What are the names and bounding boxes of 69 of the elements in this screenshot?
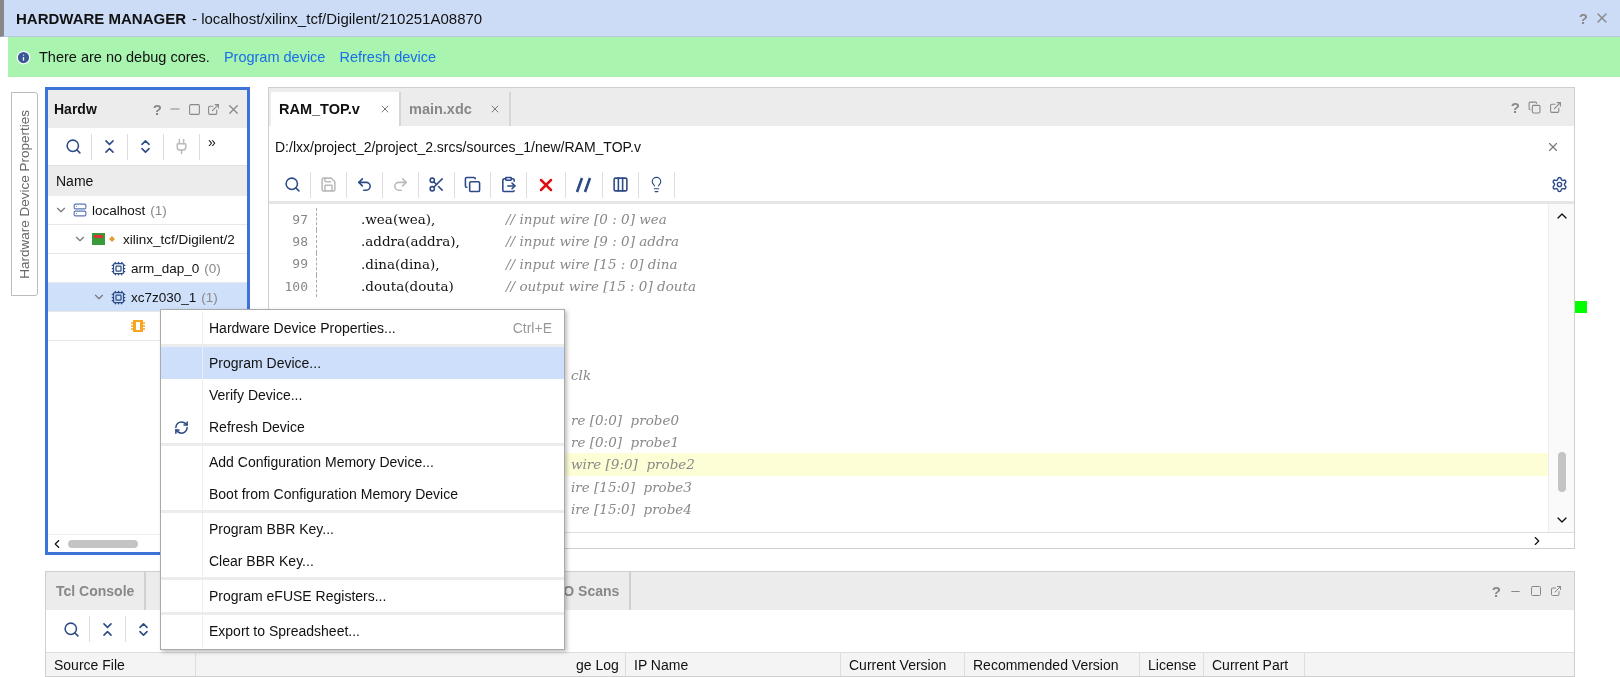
code-line: .dina(dina), // input wire [15 : 0] dina xyxy=(360,255,678,272)
banner-link[interactable]: Refresh device xyxy=(339,49,437,65)
tree-item[interactable]: xc7z030_1 (1) xyxy=(48,283,247,312)
line-number: 99 xyxy=(269,252,317,275)
menu-item[interactable]: Verify Device... xyxy=(161,379,564,411)
server-icon xyxy=(73,203,87,217)
search-icon xyxy=(65,138,82,155)
window-path: - localhost/xilinx_tcf/Digilent/210251A08870 xyxy=(192,9,484,27)
columns-icon xyxy=(612,176,629,193)
code-line: .wea(wea), // input wire [0 : 0] wea xyxy=(360,211,667,228)
code-line: re [0:0] probe1 xyxy=(571,434,680,451)
line-number: 97 xyxy=(269,208,317,231)
menu-item[interactable]: Hardware Device Properties... Ctrl+E xyxy=(161,312,564,344)
code-line: .douta(douta) // output wire [15 : 0] douta xyxy=(360,278,696,295)
restore-icon[interactable] xyxy=(1528,100,1541,114)
chip-icon xyxy=(111,260,126,276)
paste-icon xyxy=(500,176,517,193)
search-icon xyxy=(63,620,80,638)
window-title: HARDWARE MANAGER xyxy=(16,9,186,27)
side-tab-label: Hardware Device Properties xyxy=(17,109,32,279)
chip-icon xyxy=(111,289,126,305)
code-line: ire [15:0] probe4 xyxy=(571,501,692,517)
info-icon xyxy=(16,49,31,65)
scissors-icon xyxy=(428,176,445,193)
maximize-icon[interactable] xyxy=(188,102,201,116)
undo-icon xyxy=(356,176,373,193)
menu-item[interactable]: Refresh Device xyxy=(161,411,564,443)
menu-item[interactable]: Program eFUSE Registers... xyxy=(161,580,564,612)
maximize-icon[interactable] xyxy=(1530,585,1542,597)
banner-message: There are no debug cores. xyxy=(39,49,210,65)
code-line: .addra(addra), // input wire [9 : 0] addra xyxy=(360,233,680,250)
copy-icon xyxy=(464,176,481,193)
menu-item[interactable]: Program Device... xyxy=(161,347,564,379)
menu-item[interactable]: Clear BBR Key... xyxy=(161,545,564,577)
line-number: 100 xyxy=(269,274,317,298)
menu-item[interactable]: Program BBR Key... xyxy=(161,513,564,545)
save-icon xyxy=(320,176,337,193)
search-icon xyxy=(284,176,301,193)
menu-item[interactable]: Boot from Configuration Memory Device xyxy=(161,478,564,510)
refresh-icon xyxy=(174,419,189,435)
comment-icon xyxy=(575,176,593,193)
float-icon[interactable] xyxy=(1550,585,1562,597)
column-header: Name xyxy=(48,166,247,196)
menu-item[interactable]: Export to Spreadsheet... xyxy=(161,615,564,647)
code-line: clk xyxy=(571,367,592,384)
scroll-marker xyxy=(1575,301,1587,313)
menu-item[interactable]: Add Configuration Memory Device... xyxy=(161,446,564,478)
close-icon[interactable] xyxy=(1546,140,1560,154)
board-icon xyxy=(92,232,118,246)
float-icon[interactable] xyxy=(1549,100,1562,114)
editor-tab[interactable]: RAM_TOP.v xyxy=(271,92,401,126)
plug-icon xyxy=(173,138,190,155)
scrollbar-thumb[interactable] xyxy=(68,539,138,548)
close-icon[interactable] xyxy=(379,103,391,115)
side-tab[interactable]: Hardware Device Properties xyxy=(11,92,38,296)
redo-icon xyxy=(392,176,409,193)
code-line: ire [15:0] probe3 xyxy=(571,478,692,495)
code-line: re [0:0] probe0 xyxy=(571,411,680,428)
line-number: 98 xyxy=(269,230,317,253)
banner-link[interactable]: Program device xyxy=(223,49,326,65)
overflow-button[interactable]: » xyxy=(208,134,216,150)
close-icon[interactable] xyxy=(489,103,501,115)
file-path: D:/lxx/project_2/project_2.srcs/sources_1/new/RAM_TOP.v xyxy=(275,139,641,155)
panel-title: Hardw xyxy=(54,101,98,117)
settings-icon[interactable] xyxy=(1551,176,1568,193)
float-icon[interactable] xyxy=(207,102,220,116)
scrollbar-thumb[interactable] xyxy=(1557,452,1566,492)
code-line: wire [9:0] probe2 xyxy=(571,456,695,473)
core-icon xyxy=(130,319,146,333)
